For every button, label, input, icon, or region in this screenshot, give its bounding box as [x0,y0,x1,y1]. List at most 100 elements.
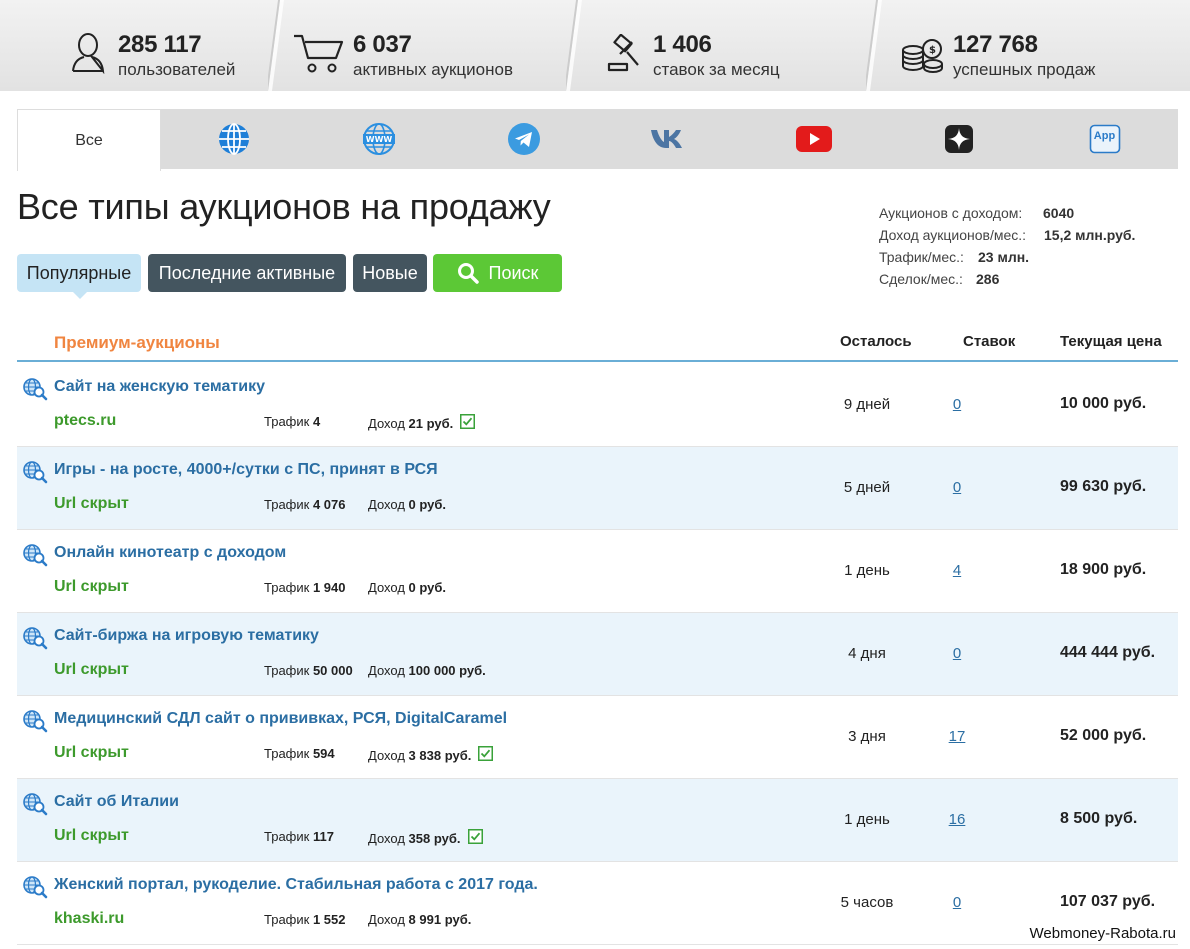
income-value: 21 руб. [408,415,454,431]
current-price: 8 500 руб. [1060,810,1138,827]
auction-url: Url скрыт [54,495,129,512]
traffic-value: 594 [312,746,335,761]
traffic-info: Трафик 594 [264,746,335,761]
income-value: 358 руб. [408,830,461,846]
income-value: 0 руб. [408,497,447,512]
app-icon-label: App [1093,130,1116,142]
income-label: Доход [368,830,405,846]
search-icon [457,263,479,284]
bids-count-link[interactable]: 4 [937,562,977,579]
auction-url: Url скрыт [54,661,129,678]
coins-icon: $ [902,39,943,73]
traffic-label: Трафик [264,746,310,761]
table-header: Премиум-аукционы Осталось Ставок Текущая… [17,322,1178,362]
tab-sites[interactable] [161,109,306,169]
bids-count-link[interactable]: 0 [937,479,977,496]
user-icon [72,33,105,74]
summary-value: 6040 [1043,205,1075,221]
time-left: 9 дней [843,396,891,413]
table-row: Сайт об Италии Url скрыт Трафик 117 Доход 3… [17,779,1178,862]
summary-key: Трафик/мес.: [879,249,964,265]
column-time-left: Осталось [840,333,912,350]
income-info: Доход 358 руб. [368,829,483,847]
traffic-info: Трафик 4 [264,414,320,429]
traffic-label: Трафик [264,497,310,512]
page-title: Все типы аукционов на продажу [17,186,551,227]
svg-text:WWW: WWW [365,135,392,144]
verified-check-icon [478,746,494,764]
auction-url: ptecs.ru [54,412,117,429]
stat-label: пользователей [118,60,236,79]
gavel-icon [607,34,639,72]
traffic-value: 4 076 [312,497,346,512]
bids-count-link[interactable]: 0 [937,396,977,413]
bids-count-link[interactable]: 0 [937,894,977,911]
tab-youtube[interactable] [741,109,886,169]
traffic-info: Трафик 50 000 [264,663,353,678]
bids-count-link[interactable]: 16 [937,811,977,828]
auction-title-link[interactable]: Медицинский СДЛ сайт о прививках, РСЯ, D… [54,710,507,728]
table-row: Сайт-биржа на игровую тематику Url скрыт Т… [17,613,1178,696]
site-search-icon [22,626,48,655]
income-label: Доход [368,747,405,763]
income-info: Доход 8 991 руб. [368,912,471,927]
time-left: 1 день [844,811,890,828]
tab-telegram[interactable] [451,109,596,169]
site-search-icon [22,460,48,489]
income-info: Доход 21 руб. [368,414,476,432]
income-label: Доход [368,580,405,595]
search-button-label: Поиск [488,262,539,283]
tab-vk[interactable] [596,109,741,169]
auction-url: Url скрыт [54,578,129,595]
summary-value: 15,2 млн.руб. [1044,227,1136,243]
bids-count-link[interactable]: 17 [937,728,977,745]
watermark: Webmoney-Rabota.ru [1025,923,1180,944]
auction-title-link[interactable]: Онлайн кинотеатр с доходом [54,544,286,562]
site-search-icon [22,377,48,406]
income-info: Доход 100 000 руб. [368,663,486,678]
filter-last-active-button[interactable]: Последние активные [148,254,346,292]
globe-icon [218,123,249,155]
table-row: Сайт на женскую тематику ptecs.ru Трафик 4… [17,364,1178,447]
tab-zen[interactable] [886,109,1031,169]
auction-url: khaski.ru [54,910,125,927]
svg-text:$: $ [929,45,936,56]
auction-url: Url скрыт [54,827,129,844]
summary-key: Сделок/мес.: [879,271,963,287]
premium-section-title: Премиум-аукционы [54,333,220,352]
www-globe-icon: WWW [362,123,395,155]
tab-all[interactable]: Все [17,109,161,171]
verified-check-icon [467,829,483,847]
verified-check-icon [460,414,476,432]
tab-apps[interactable]: App [1031,109,1178,169]
bids-count-link[interactable]: 0 [937,645,977,662]
traffic-info: Трафик 117 [264,829,334,844]
traffic-label: Трафик [264,912,310,927]
auction-title-link[interactable]: Сайт-биржа на игровую тематику [54,627,319,645]
search-button[interactable]: Поиск [433,254,562,292]
traffic-info: Трафик 1 552 [264,912,346,927]
filter-popular-button[interactable]: Популярные [17,254,141,299]
stat-number: 1 406 [653,31,712,58]
telegram-icon [507,123,540,155]
income-label: Доход [368,912,405,927]
income-value: 3 838 руб. [408,747,472,763]
table-row: Онлайн кинотеатр с доходом Url скрыт Трафи… [17,530,1178,613]
traffic-value: 1 940 [312,580,346,595]
site-search-icon [22,543,48,572]
auction-title-link[interactable]: Игры - на росте, 4000+/сутки с ПС, приня… [54,461,438,479]
traffic-value: 1 552 [312,912,346,927]
auction-title-link[interactable]: Женский портал, рукоделие. Стабильная ра… [54,876,538,894]
auction-url: Url скрыт [54,744,129,761]
current-price: 52 000 руб. [1060,727,1147,744]
income-value: 100 000 руб. [408,663,486,678]
table-row: Игры - на росте, 4000+/сутки с ПС, приня… [17,447,1178,530]
stat-sales: $ 127 768 успешных продаж [880,0,1180,91]
table-row: Женский портал, рукоделие. Стабильная ра… [17,862,1178,945]
tab-domains[interactable]: WWW [306,109,451,169]
filter-new-button[interactable]: Новые [353,254,427,292]
auction-title-link[interactable]: Сайт об Италии [54,793,179,811]
auction-title-link[interactable]: Сайт на женскую тематику [54,378,265,396]
current-price: 107 037 руб. [1060,893,1156,910]
time-left: 1 день [844,562,890,579]
